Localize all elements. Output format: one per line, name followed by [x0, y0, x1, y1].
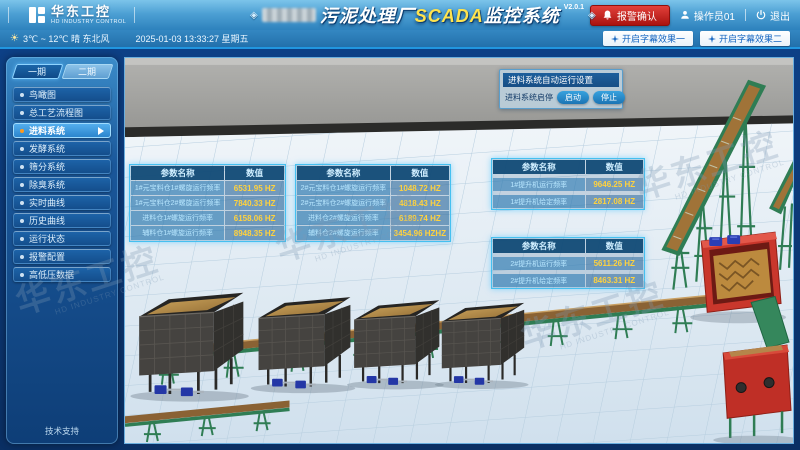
table-row: 1#元宝料仓1#螺旋运行频率6531.95 HZ [131, 181, 284, 195]
sidebar-item-birdview[interactable]: 鸟瞰图 [13, 87, 111, 102]
bell-icon [603, 10, 612, 20]
table-row: 2#元宝料仓2#螺旋运行频率4818.43 HZ [297, 196, 449, 210]
column-header: 参数名称 [297, 166, 390, 180]
bullet-icon [20, 201, 24, 205]
table-row: 2#提升机运行频率5611.26 HZ [493, 257, 643, 270]
scene-viewport[interactable]: 进料系统自动运行设置 进料系统启停 启动 停止 参数名称 数值 1#元宝料仓1#… [124, 57, 794, 444]
power-icon [756, 10, 766, 20]
param-table-silo-group-1: 参数名称 数值 1#元宝料仓1#螺旋运行频率6531.95 HZ 1#元宝料仓2… [129, 164, 286, 242]
table-row: 1#提升机给定频率2817.08 HZ [493, 195, 643, 208]
logout-button[interactable]: 退出 [756, 8, 790, 23]
title-scada: SCADA [415, 6, 484, 26]
column-header: 参数名称 [493, 160, 585, 174]
sparkle-icon [611, 35, 619, 43]
param-table-elevator-1: 参数名称 数值 1#提升机运行频率9646.25 HZ 1#提升机给定频率281… [491, 158, 645, 210]
logo: 华东工控 HD INDUSTRY CONTROL [17, 5, 126, 26]
popup-row-label: 进料系统启停 [505, 92, 553, 103]
bullet-icon [20, 147, 24, 151]
bullet-icon [20, 237, 24, 241]
table-row: 辅料仓2#螺旋运行频率3454.96 HZHZ [297, 226, 449, 240]
tech-support-link[interactable]: 技术支持 [6, 425, 118, 437]
bullet-icon [20, 165, 24, 169]
sidebar-item-fermentation-system[interactable]: 发酵系统 [13, 141, 111, 156]
subtitle-effect-2-button[interactable]: 开启字幕效果二 [700, 31, 790, 46]
tab-phase-2[interactable]: 二期 [61, 64, 112, 79]
version-label: V2.0.1 [564, 4, 584, 11]
logo-title: 华东工控 [51, 5, 126, 18]
sidebar-item-realtime-curves[interactable]: 实时曲线 [13, 195, 111, 210]
feed-auto-settings-popup: 进料系统自动运行设置 进料系统启停 启动 停止 [499, 69, 623, 109]
sidebar-item-feeding-system[interactable]: 进料系统 [13, 123, 111, 138]
logo-icon [29, 7, 45, 23]
column-header: 参数名称 [493, 239, 585, 253]
sidebar: 一期 二期 鸟瞰图 总工艺流程图 进料系统 发酵系统 筛分系统 除臭系统 实时曲… [6, 57, 118, 444]
column-header: 数值 [225, 166, 284, 180]
divider [8, 7, 9, 23]
status-bar: ☀ 3℃ ~ 12℃ 晴 东北风 2025-01-03 13:33:27 星期五… [0, 30, 800, 47]
column-header: 数值 [586, 160, 644, 174]
table-row: 1#元宝料仓2#螺旋运行频率7840.33 HZ [131, 196, 284, 210]
datetime-text: 2025-01-03 13:33:27 星期五 [135, 32, 248, 45]
subtitle-effect-1-button[interactable]: 开启字幕效果一 [603, 31, 693, 46]
bullet-icon [20, 255, 24, 259]
sparkle-icon [708, 35, 716, 43]
sidebar-item-process-flow[interactable]: 总工艺流程图 [13, 105, 111, 120]
redacted-plant-name [262, 8, 316, 22]
chevron-right-icon [98, 127, 104, 135]
operator-menu[interactable]: 操作员01 [680, 8, 735, 23]
sidebar-item-screening-system[interactable]: 筛分系统 [13, 159, 111, 174]
table-row: 1#提升机运行频率9646.25 HZ [493, 178, 643, 191]
popup-title: 进料系统自动运行设置 [503, 73, 619, 87]
bullet-icon [20, 129, 24, 133]
bullet-icon [20, 93, 24, 97]
diamond-icon: ◈ [588, 10, 596, 21]
bullet-icon [20, 273, 24, 277]
sidebar-item-deodorization-system[interactable]: 除臭系统 [13, 177, 111, 192]
app-header: 华东工控 HD INDUSTRY CONTROL ◈ 污泥处理厂SCADA监控系… [0, 0, 800, 30]
param-table-silo-group-2: 参数名称 数值 2#元宝料仓1#螺旋运行频率1048.72 HZ 2#元宝料仓2… [295, 164, 451, 242]
page-title: ◈ 污泥处理厂SCADA监控系统 V2.0.1 ◈ [250, 0, 596, 30]
logo-subtitle: HD INDUSTRY CONTROL [51, 20, 126, 26]
table-row: 进料仓1#螺旋运行频率6158.06 HZ [131, 211, 284, 225]
title-plant: 污泥处理厂 [320, 6, 415, 26]
table-row: 2#提升机给定频率8463.31 HZ [493, 274, 643, 287]
sidebar-item-history-curves[interactable]: 历史曲线 [13, 213, 111, 228]
column-header: 数值 [586, 239, 644, 253]
bullet-icon [20, 219, 24, 223]
divider [134, 7, 135, 23]
tab-phase-1[interactable]: 一期 [12, 64, 63, 79]
diamond-icon: ◈ [250, 10, 258, 21]
column-header: 参数名称 [131, 166, 224, 180]
table-row: 2#元宝料仓1#螺旋运行频率1048.72 HZ [297, 181, 449, 195]
weather-icon: ☀ [10, 33, 19, 44]
stop-button[interactable]: 停止 [593, 91, 625, 104]
table-row: 进料仓2#螺旋运行频率6189.74 HZ [297, 211, 449, 225]
column-header: 数值 [391, 166, 449, 180]
bullet-icon [20, 111, 24, 115]
param-table-elevator-2: 参数名称 数值 2#提升机运行频率5611.26 HZ 2#提升机给定频率846… [491, 237, 645, 289]
sidebar-item-voltage-data[interactable]: 高低压数据 [13, 267, 111, 282]
bullet-icon [20, 183, 24, 187]
alarm-confirm-button[interactable]: 报警确认 [590, 5, 670, 26]
start-button[interactable]: 启动 [557, 91, 589, 104]
table-row: 辅料仓1#螺旋运行频率8948.35 HZ [131, 226, 284, 240]
weather-text: 3℃ ~ 12℃ 晴 东北风 [23, 32, 110, 45]
sidebar-item-running-status[interactable]: 运行状态 [13, 231, 111, 246]
user-icon [680, 10, 690, 20]
sidebar-item-alarm-config[interactable]: 报警配置 [13, 249, 111, 264]
title-suffix: 监控系统 [484, 6, 560, 26]
plant-3d-scene [125, 58, 793, 443]
divider [745, 9, 746, 21]
main-content: 一期 二期 鸟瞰图 总工艺流程图 进料系统 发酵系统 筛分系统 除臭系统 实时曲… [0, 47, 800, 450]
